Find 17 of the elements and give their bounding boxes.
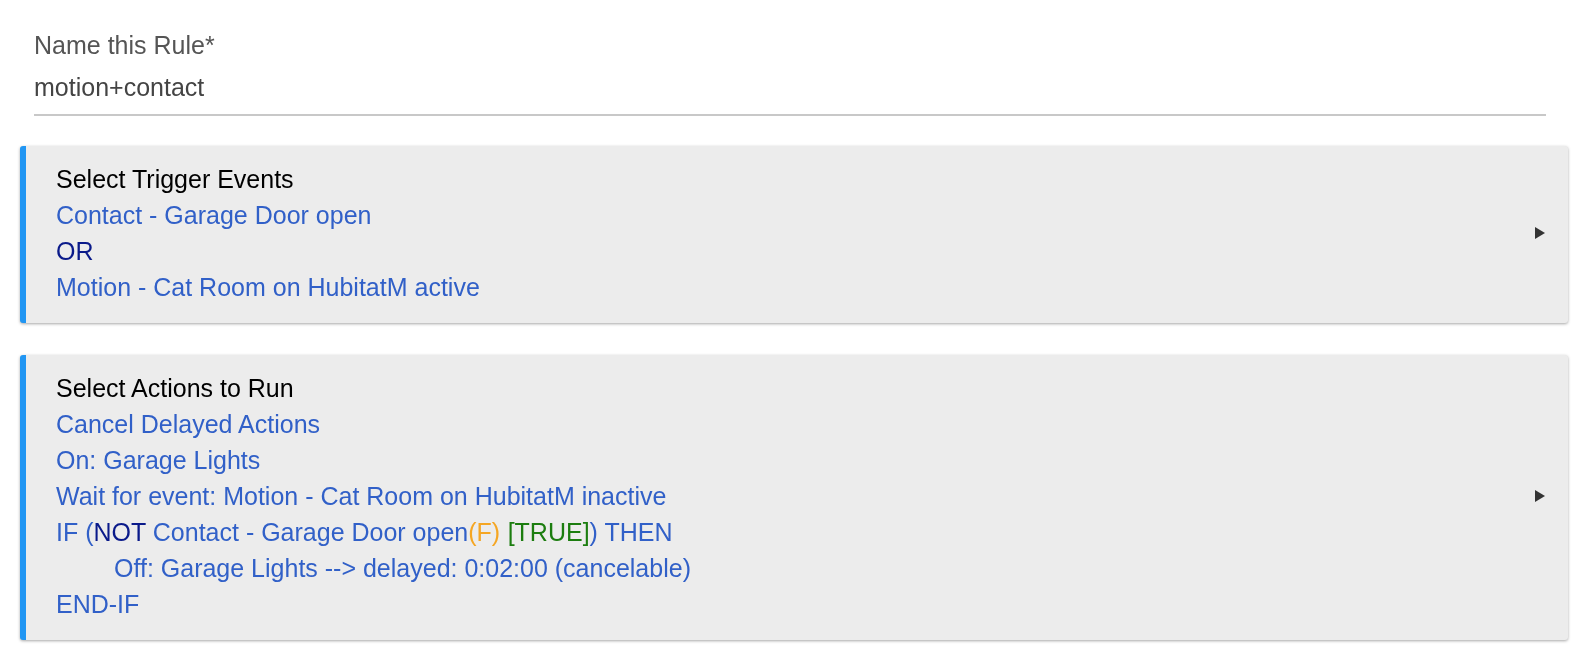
section-card[interactable]: Select Trigger Events Contact - Garage Door open OR Motion - Cat Room on HubitatM active [20, 146, 1568, 323]
rule-line: Contact - Garage Door open [56, 200, 373, 231]
rule-line: Off: Garage Lights --> delayed: 0:02:00 (cancelable) [113, 553, 692, 584]
rule-line: OR [56, 236, 95, 267]
rule-line: On: Garage Lights [56, 445, 262, 476]
rule-line: IF (NOT Contact - Garage Door open(F) [TRUE]) THEN [56, 517, 674, 548]
rule-line: Motion - Cat Room on HubitatM active [56, 272, 481, 303]
section-title: Select Actions to Run [56, 373, 295, 404]
caret-right-icon [1534, 226, 1546, 240]
rule-line: Wait for event: Motion - Cat Room on HubitatM inactive [56, 481, 668, 512]
rule-line: Cancel Delayed Actions [56, 409, 322, 440]
section-title: Select Trigger Events [56, 164, 295, 195]
rule-name-field[interactable]: motion+contact [34, 62, 1546, 116]
caret-right-icon [1534, 489, 1546, 503]
rule-line: END-IF [56, 589, 141, 620]
section-card[interactable] [20, 355, 1568, 640]
field-label: Name this Rule* [34, 30, 216, 61]
